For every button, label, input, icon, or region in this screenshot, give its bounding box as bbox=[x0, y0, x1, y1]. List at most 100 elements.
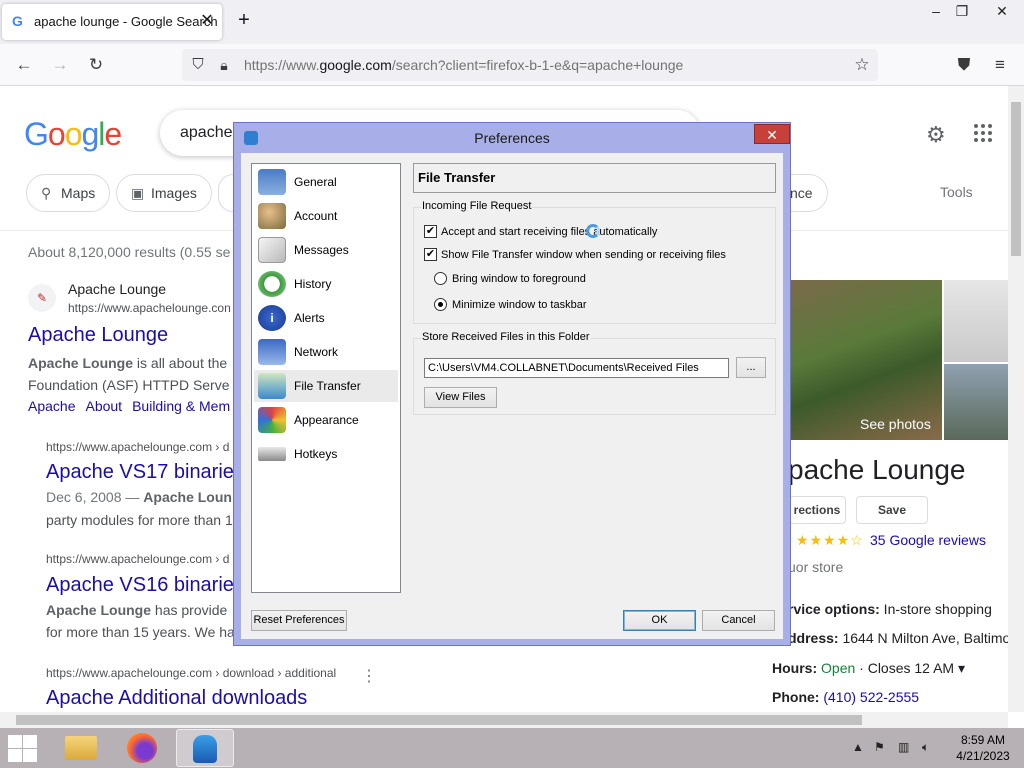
browser-nav-bar: ← → ↻ ⛉ 🔒︎ https://www.google.com/search… bbox=[0, 44, 1024, 86]
browser-tab[interactable]: G apache lounge - Google Search ✕ bbox=[2, 4, 222, 40]
new-tab-icon[interactable]: + bbox=[234, 10, 254, 30]
street-photo[interactable] bbox=[944, 364, 1008, 440]
close-tab-icon[interactable]: ✕ bbox=[198, 12, 216, 30]
url-bar[interactable]: ⛉ 🔒︎ https://www.google.com/search?clien… bbox=[182, 49, 878, 81]
close-window-icon[interactable]: ✕ bbox=[986, 0, 1018, 22]
result-url[interactable]: https://www.apachelounge.com › download … bbox=[46, 666, 336, 680]
folder-path-field[interactable]: C:\Users\VM4.COLLABNET\Documents\Receive… bbox=[424, 358, 729, 378]
messenger-app-icon[interactable] bbox=[176, 729, 234, 767]
clock-time: 8:59 AM bbox=[960, 733, 1006, 747]
reviews-link[interactable]: 35 Google reviews bbox=[870, 532, 986, 548]
scrollbar-thumb[interactable] bbox=[16, 715, 862, 725]
show-hidden-icons-icon[interactable]: ▲ bbox=[852, 740, 864, 754]
save-button[interactable]: Save bbox=[856, 496, 928, 524]
google-logo[interactable]: Google bbox=[24, 116, 122, 153]
map-thumbnail[interactable] bbox=[944, 280, 1008, 362]
category-file-transfer[interactable]: File Transfer bbox=[254, 370, 398, 402]
settings-gear-icon[interactable]: ⚙ bbox=[926, 122, 946, 148]
result-title[interactable]: Apache VS17 binarie bbox=[46, 461, 234, 484]
place-category: uor store bbox=[788, 559, 844, 575]
reload-icon[interactable]: ↻ bbox=[84, 53, 108, 77]
more-options-icon[interactable]: ⋮ bbox=[361, 666, 377, 686]
sitelink[interactable]: Apache bbox=[28, 398, 75, 414]
vertical-scrollbar[interactable] bbox=[1008, 86, 1024, 712]
category-general[interactable]: General bbox=[254, 166, 398, 198]
ok-button[interactable]: OK bbox=[623, 610, 696, 631]
category-appearance[interactable]: Appearance bbox=[254, 404, 398, 436]
category-hotkeys[interactable]: Hotkeys bbox=[254, 438, 398, 470]
users-icon bbox=[258, 203, 286, 229]
browse-button[interactable]: ... bbox=[736, 357, 766, 378]
see-photos-link[interactable]: See photos bbox=[860, 416, 931, 432]
minimize-to-taskbar-label[interactable]: Minimize window to taskbar bbox=[452, 298, 587, 312]
bring-to-foreground-radio[interactable] bbox=[434, 272, 447, 285]
chip-maps[interactable]: ⚲ Maps bbox=[26, 174, 111, 212]
restore-window-icon[interactable]: ❐ bbox=[946, 0, 978, 22]
accept-automatically-checkbox[interactable]: ✔ bbox=[424, 225, 437, 238]
reset-preferences-button[interactable]: Reset Preferences bbox=[251, 610, 347, 631]
dialog-body: General Account Messages History i Alerts… bbox=[241, 153, 783, 639]
logo-letter: e bbox=[104, 116, 122, 152]
dialog-title: Preferences bbox=[474, 130, 550, 146]
logo-letter: o bbox=[47, 116, 66, 152]
group-label: Store Received Files in this Folder bbox=[421, 331, 591, 343]
windows-start-icon[interactable] bbox=[6, 733, 38, 763]
chip-images[interactable]: ▣ Images bbox=[116, 174, 212, 212]
back-icon[interactable]: ← bbox=[12, 53, 36, 77]
screen: G apache lounge - Google Search ✕ + – ❐ … bbox=[0, 0, 1024, 768]
pocket-icon[interactable]: ⛊ bbox=[952, 53, 976, 77]
tracking-shield-icon[interactable]: ⛉ bbox=[186, 53, 210, 77]
result-snippet: Apache Lounge is all about the bbox=[28, 355, 228, 371]
result-title[interactable]: Apache Lounge bbox=[28, 324, 168, 347]
keyboard-icon bbox=[258, 447, 286, 461]
cancel-button[interactable]: Cancel bbox=[702, 610, 775, 631]
rating-stars: ★★★★☆ bbox=[796, 532, 864, 548]
accept-automatically-label[interactable]: Accept and start receiving files automat… bbox=[441, 225, 657, 239]
service-options: rvice options: In-store shopping bbox=[788, 601, 992, 617]
sitelink[interactable]: About bbox=[85, 398, 122, 414]
result-title[interactable]: Apache Additional downloads bbox=[46, 687, 307, 710]
minimize-to-taskbar-radio[interactable] bbox=[434, 298, 447, 311]
file-explorer-icon[interactable] bbox=[52, 729, 110, 767]
result-url[interactable]: https://www.apachelounge.com › d bbox=[46, 440, 229, 454]
google-favicon-icon: G bbox=[12, 13, 23, 29]
google-apps-icon[interactable] bbox=[974, 124, 994, 144]
result-url[interactable]: https://www.apachelounge.con bbox=[68, 301, 231, 315]
lock-icon[interactable]: 🔒︎ bbox=[212, 53, 236, 77]
menu-icon[interactable]: ≡ bbox=[988, 53, 1012, 77]
tools-button[interactable]: Tools bbox=[940, 184, 973, 200]
forward-icon[interactable]: → bbox=[48, 53, 72, 77]
view-files-button[interactable]: View Files bbox=[424, 387, 497, 408]
result-snippet: Dec 6, 2008 — Apache Loun bbox=[46, 489, 232, 505]
show-window-checkbox[interactable]: ✔ bbox=[424, 248, 437, 261]
place-title: pache Lounge bbox=[788, 454, 966, 485]
firefox-icon[interactable] bbox=[114, 729, 172, 767]
bookmark-star-icon[interactable]: ☆ bbox=[850, 53, 874, 77]
site-favicon-icon: ✎ bbox=[28, 284, 56, 312]
category-account[interactable]: Account bbox=[254, 200, 398, 232]
dialog-close-button[interactable]: ✕ bbox=[754, 124, 790, 144]
sitelink[interactable]: Building & Mem bbox=[132, 398, 230, 414]
network-tray-icon[interactable]: ▥ bbox=[898, 740, 909, 754]
action-center-flag-icon[interactable]: ⚑ bbox=[874, 740, 885, 754]
category-alerts[interactable]: i Alerts bbox=[254, 302, 398, 334]
result-site-name[interactable]: Apache Lounge bbox=[68, 281, 166, 297]
volume-muted-icon[interactable]: 🔈︎ bbox=[922, 740, 929, 755]
category-messages[interactable]: Messages bbox=[254, 234, 398, 266]
result-title[interactable]: Apache VS16 binarie bbox=[46, 574, 234, 597]
hours[interactable]: Hours: Open · Closes 12 AM ▾ bbox=[772, 660, 965, 677]
horizontal-scrollbar[interactable] bbox=[0, 712, 1008, 728]
directions-button[interactable]: rections bbox=[788, 496, 846, 524]
logo-letter: G bbox=[24, 116, 49, 152]
result-url[interactable]: https://www.apachelounge.com › d bbox=[46, 552, 229, 566]
logo-letter: g bbox=[81, 116, 99, 152]
network-icon bbox=[258, 339, 286, 365]
system-clock[interactable]: 8:59 AM 4/21/2023 bbox=[952, 732, 1014, 764]
store-folder-group: Store Received Files in this Folder C:\U… bbox=[413, 331, 776, 415]
busy-cursor-icon bbox=[586, 224, 600, 238]
bring-to-foreground-label[interactable]: Bring window to foreground bbox=[452, 272, 586, 286]
category-network[interactable]: Network bbox=[254, 336, 398, 368]
show-window-label[interactable]: Show File Transfer window when sending o… bbox=[441, 248, 726, 262]
category-history[interactable]: History bbox=[254, 268, 398, 300]
scrollbar-thumb[interactable] bbox=[1011, 102, 1021, 256]
